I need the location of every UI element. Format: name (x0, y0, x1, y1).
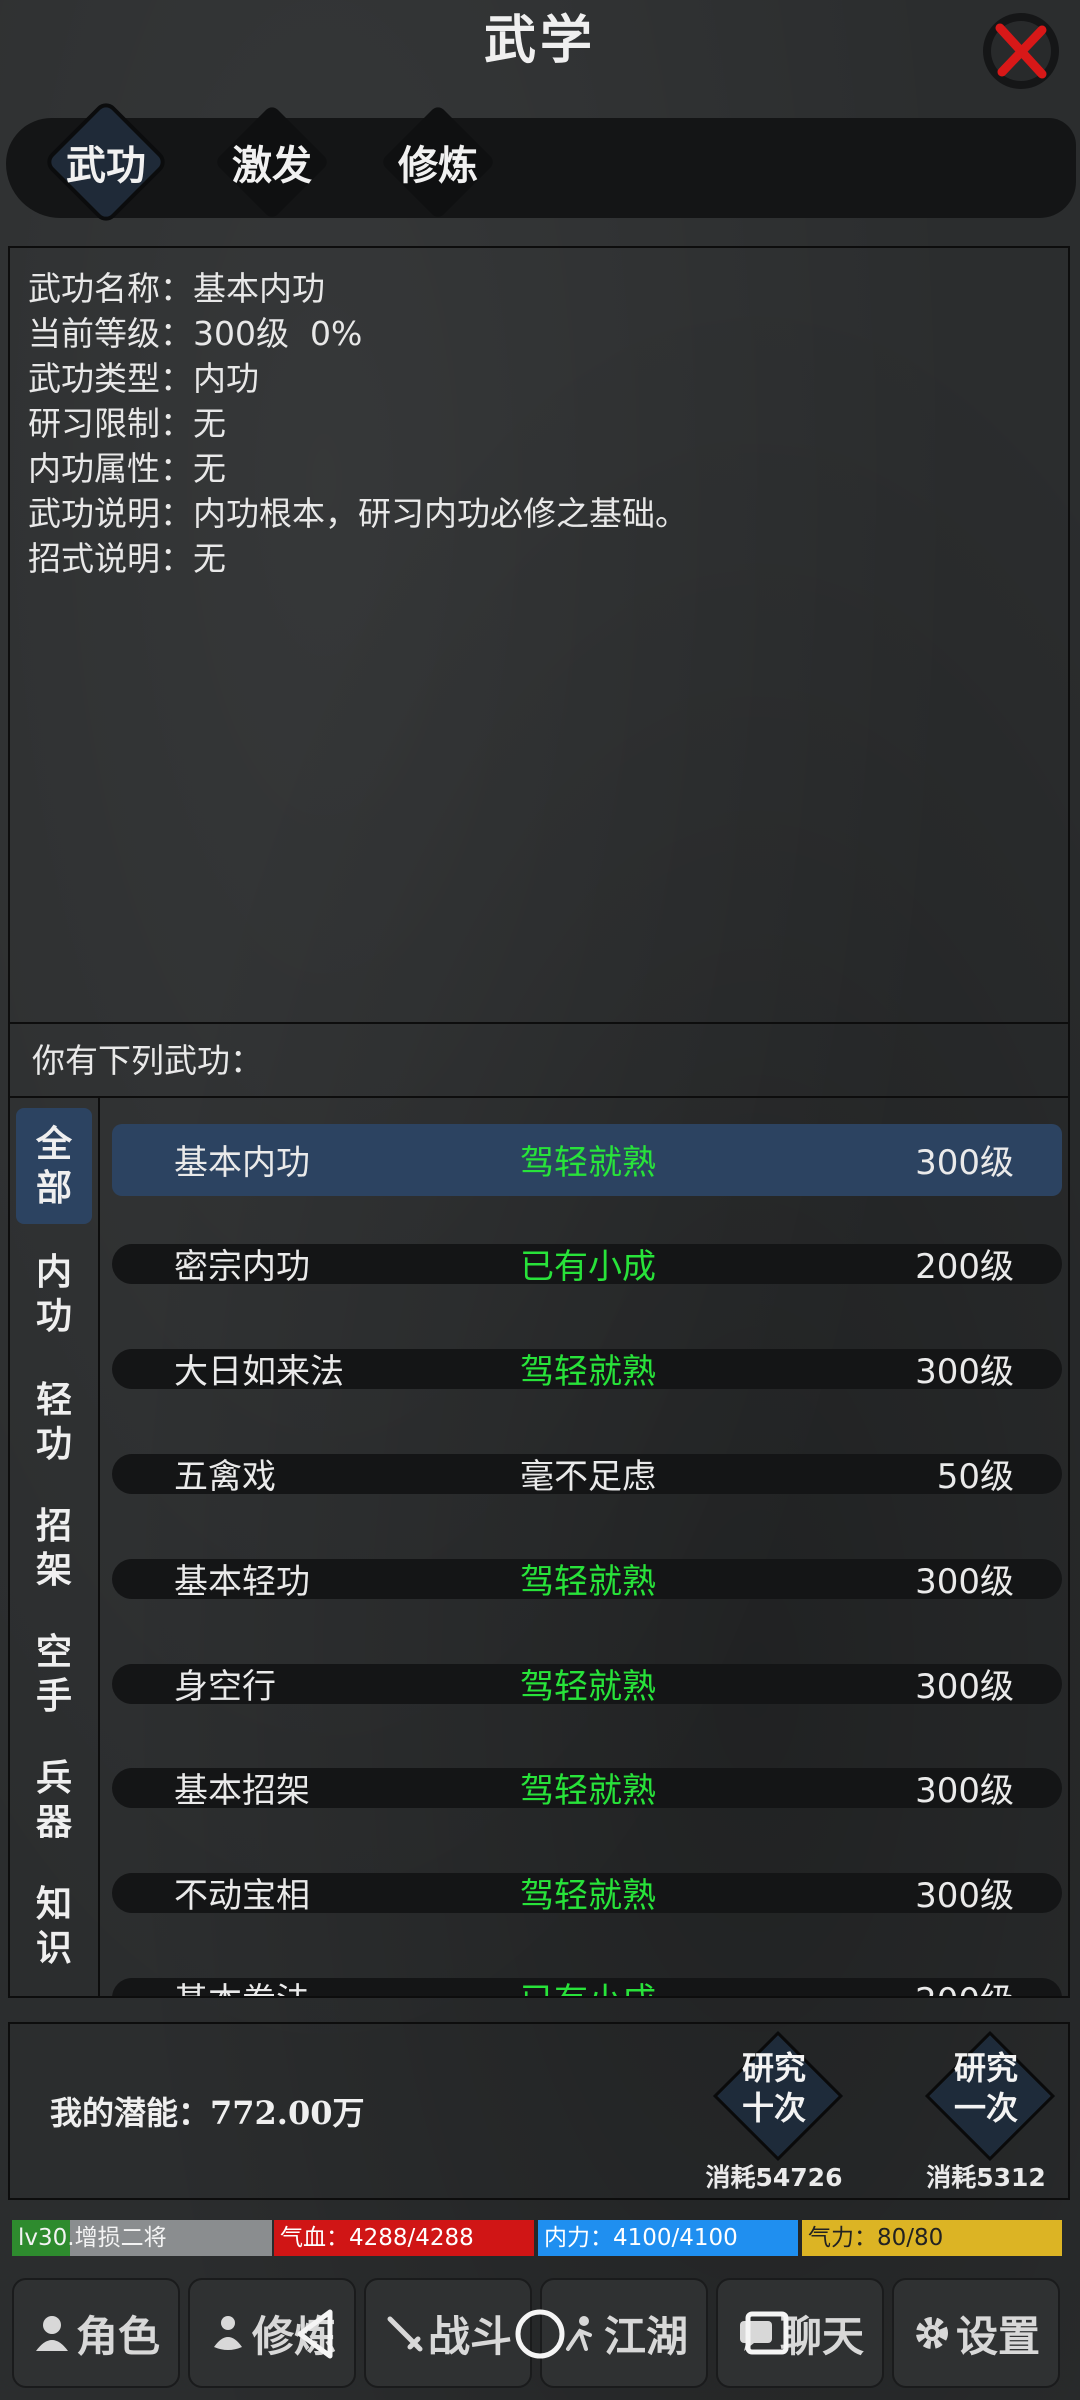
close-button[interactable] (978, 8, 1064, 94)
category-qinggong[interactable]: 轻功 (16, 1364, 92, 1480)
skill-row[interactable]: 基本内功 驾轻就熟 300级 (112, 1124, 1062, 1196)
skill-row[interactable]: 密宗内功 已有小成 200级 (112, 1228, 1062, 1298)
category-kongshou[interactable]: 空手 (16, 1616, 92, 1732)
skill-row[interactable]: 不动宝相 驾轻就熟 300级 (112, 1857, 1062, 1927)
skill-row[interactable]: 身空行 驾轻就熟 300级 (112, 1648, 1062, 1718)
sword-icon (387, 2316, 423, 2352)
skill-row[interactable]: 基本轻功 驾轻就熟 300级 (112, 1543, 1062, 1613)
nav-battle[interactable]: 战斗 (364, 2278, 532, 2388)
hp-status-bar: 气血：4288/4288 (274, 2220, 534, 2256)
skill-row[interactable]: 五禽戏 毫不足虑 50级 (112, 1438, 1062, 1508)
level-status-bar: lv30.增损二将 (12, 2220, 272, 2256)
nav-character[interactable]: 角色 (12, 2278, 180, 2388)
tab-jifa[interactable]: 激发 (212, 104, 332, 220)
nav-settings[interactable]: 设置 (892, 2278, 1060, 2388)
info-row-attribute: 内功属性：无 (28, 449, 226, 488)
info-row-level: 当前等级： 300级 0% (28, 314, 363, 353)
skill-list-area: 全部 内功 轻功 招架 空手 兵器 知识 基本内功 驾轻就熟 300级 密宗内功… (8, 1098, 1070, 1998)
research-ten-cost: 消耗54726 (705, 2163, 843, 2192)
gear-icon (915, 2317, 948, 2349)
person-icon (35, 2316, 68, 2351)
skill-row[interactable]: 基本拳法 已有小成 200级 (112, 1962, 1062, 1996)
info-row-type: 武功类型： 内功 (28, 359, 259, 398)
info-row-description: 武功说明： 内功根本，研习内功必修之基础。 (28, 494, 688, 533)
tab-bar (6, 118, 1076, 218)
potential-label: 我的潜能：772.00万 (50, 2094, 365, 2132)
page-title: 武学 (483, 10, 596, 71)
category-bingqi[interactable]: 兵器 (16, 1742, 92, 1858)
jianghu-icon (565, 2316, 592, 2351)
info-row-name: 武功名称： 基本内功 (28, 269, 325, 308)
tab-wugong[interactable]: 武功 (46, 104, 166, 220)
chat-icon (739, 2321, 772, 2351)
category-zhishi[interactable]: 知识 (16, 1868, 92, 1984)
nav-cultivate[interactable]: 修炼 (188, 2278, 356, 2388)
category-zhaojia[interactable]: 招架 (16, 1490, 92, 1606)
category-neigong[interactable]: 内功 (16, 1236, 92, 1352)
close-icon (983, 13, 1059, 89)
category-all[interactable]: 全部 (16, 1108, 92, 1224)
nav-jianghu[interactable]: 江湖 (540, 2278, 708, 2388)
skill-info-panel: 武功名称： 基本内功 当前等级： 300级 0% 武功类型： 内功 研习限制：无 内功… (8, 246, 1070, 1024)
skill-row[interactable]: 基本招架 驾轻就熟 300级 (112, 1752, 1062, 1822)
research-one-button[interactable]: 研究 一次 消耗5312 (916, 2030, 1056, 2192)
skill-row[interactable]: 大日如来法 驾轻就熟 300级 (112, 1333, 1062, 1403)
research-one-cost: 消耗5312 (926, 2163, 1046, 2192)
bottom-nav: 角色 修炼 战斗 江湖 聊天 设置 (0, 2272, 1080, 2400)
potential-panel: 我的潜能：772.00万 研究 十次 消耗54726 研究 一次 消耗5312 (8, 2022, 1070, 2200)
info-row-limit: 研习限制：无 (28, 404, 226, 443)
meditate-icon (213, 2316, 242, 2350)
skill-list-title: 你有下列武功： (8, 1024, 1070, 1098)
info-row-moves: 招式说明：无 (28, 539, 226, 578)
nav-chat[interactable]: 聊天 (716, 2278, 884, 2388)
stamina-status-bar: 气力：80/80 (802, 2220, 1062, 2256)
tab-xiulian[interactable]: 修炼 (378, 104, 498, 220)
category-column: 全部 内功 轻功 招架 空手 兵器 知识 (10, 1098, 100, 1996)
mana-status-bar: 内力：4100/4100 (538, 2220, 798, 2256)
research-ten-button[interactable]: 研究 十次 消耗54726 (704, 2030, 844, 2192)
